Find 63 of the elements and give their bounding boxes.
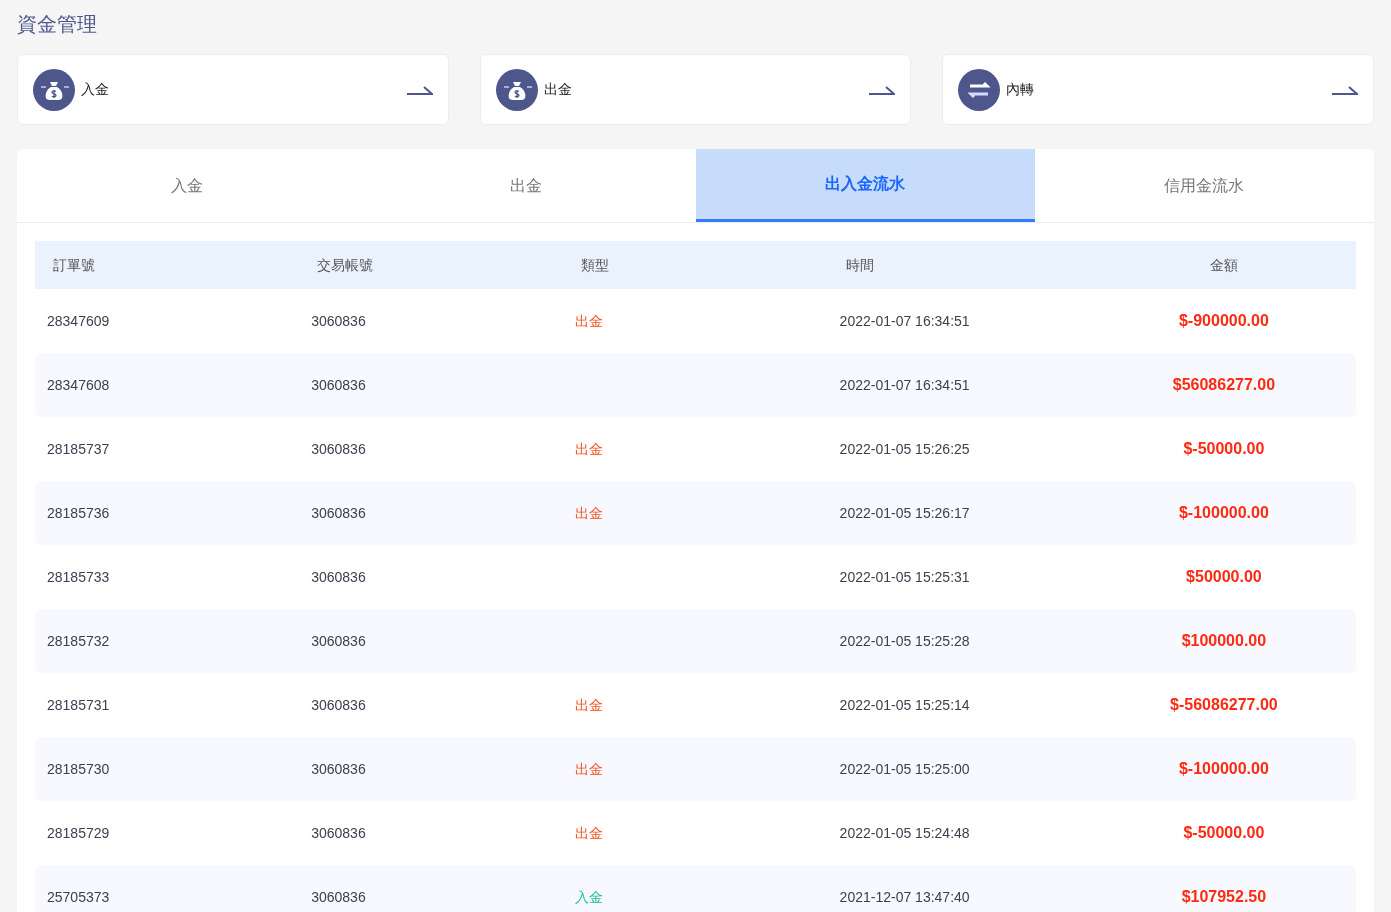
swap-arrows-icon (958, 68, 1001, 111)
transaction-time: 2022-01-05 15:25:14 (839, 696, 970, 713)
transaction-time: 2022-01-05 15:25:28 (839, 632, 970, 649)
account-number: 3060836 (311, 312, 366, 329)
order-number: 28185729 (47, 824, 110, 841)
transaction-type: 出金 (575, 824, 604, 841)
amount: $100000.00 (1181, 632, 1267, 649)
account-number: 3060836 (311, 824, 366, 841)
order-number: 28185732 (47, 632, 110, 649)
transaction-time: 2022-01-07 16:34:51 (839, 376, 970, 393)
transaction-time: 2022-01-07 16:34:51 (839, 312, 970, 329)
transaction-time: 2022-01-05 15:25:31 (839, 568, 970, 585)
amount: $56086277.00 (1172, 376, 1276, 393)
amount: $-900000.00 (1178, 312, 1269, 329)
tab[interactable]: 出入金流水 (695, 149, 1035, 222)
amount: $50000.00 (1186, 568, 1262, 585)
account-number: 3060836 (311, 888, 366, 905)
account-number: 3060836 (311, 440, 366, 457)
transaction-time: 2022-01-05 15:26:17 (839, 504, 970, 521)
amount: $-100000.00 (1178, 504, 1269, 521)
action-card[interactable]: 出金 (479, 54, 912, 125)
transaction-type: 出金 (575, 696, 604, 713)
amount: $-50000.00 (1183, 824, 1265, 841)
transaction-type: 出金 (575, 312, 604, 329)
account-number: 3060836 (311, 376, 366, 393)
column-header: 類型 (581, 256, 610, 273)
tab[interactable]: 出金 (356, 149, 696, 222)
order-number: 28185733 (47, 568, 110, 585)
transaction-type: 入金 (575, 888, 604, 905)
account-number: 3060836 (311, 504, 366, 521)
transaction-time: 2022-01-05 15:25:00 (839, 760, 970, 777)
order-number: 28185737 (47, 440, 110, 457)
transaction-time: 2021-12-07 13:47:40 (839, 888, 970, 905)
action-card[interactable]: 入金 (17, 54, 449, 125)
money-bag-icon (495, 68, 538, 111)
account-number: 3060836 (311, 696, 366, 713)
page-title: 資金管理 (17, 12, 98, 37)
column-header: 金額 (1209, 256, 1238, 273)
transaction-type: 出金 (575, 504, 604, 521)
column-header: 交易帳號 (317, 256, 374, 273)
amount: $-100000.00 (1178, 760, 1269, 777)
transaction-type: 出金 (575, 440, 604, 457)
transaction-type: 出金 (575, 760, 604, 777)
tab[interactable]: 入金 (17, 149, 357, 222)
account-number: 3060836 (311, 568, 366, 585)
amount: $-50000.00 (1183, 440, 1265, 457)
account-number: 3060836 (311, 632, 366, 649)
amount: $-56086277.00 (1170, 696, 1278, 713)
order-number: 25705373 (47, 888, 110, 905)
order-number: 28185730 (47, 760, 110, 777)
tab[interactable]: 信用金流水 (1034, 149, 1374, 222)
column-header: 訂單號 (53, 256, 95, 273)
account-number: 3060836 (311, 760, 366, 777)
order-number: 28347608 (47, 376, 110, 393)
transaction-time: 2022-01-05 15:24:48 (839, 824, 970, 841)
column-header: 時間 (845, 256, 874, 273)
action-card[interactable]: 內轉 (942, 54, 1374, 125)
amount: $107952.50 (1181, 888, 1267, 905)
order-number: 28185731 (47, 696, 110, 713)
money-bag-icon (33, 68, 75, 111)
order-number: 28185736 (47, 504, 110, 521)
order-number: 28347609 (47, 312, 110, 329)
transaction-time: 2022-01-05 15:26:25 (839, 440, 970, 457)
